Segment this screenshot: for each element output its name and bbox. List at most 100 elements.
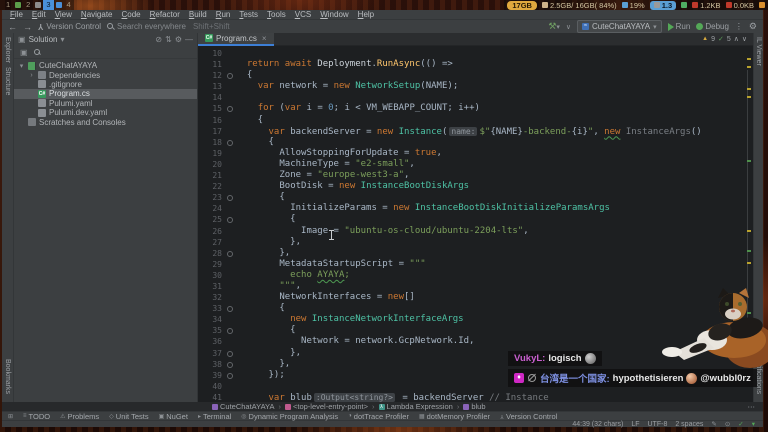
fold-marker[interactable] [222, 325, 236, 336]
menu-vcs[interactable]: VCS [291, 10, 315, 19]
code-line-11[interactable]: 11 return await Deployment.RunAsync(() =… [198, 59, 753, 70]
fold-marker[interactable] [222, 70, 236, 81]
workspace-2[interactable]: 2 [23, 0, 33, 10]
breadcrumb-blub[interactable]: blub [463, 402, 486, 411]
toolwindow-unit-tests[interactable]: ◇ Unit Tests [109, 412, 148, 421]
warning-stripe-mark[interactable] [747, 96, 751, 98]
close-tab-icon[interactable]: × [262, 34, 267, 43]
search-everywhere[interactable]: Search everywhere Shift+Shift [107, 22, 230, 31]
menu-file[interactable]: File [6, 10, 27, 19]
hide-panel-icon[interactable]: — [185, 35, 193, 44]
code-line-27[interactable]: 27 }, [198, 237, 753, 248]
code-line-28[interactable]: 28 }, [198, 248, 753, 259]
build-button[interactable]: ⚒▾ [548, 21, 560, 32]
edit-mode-icon[interactable]: ✎ [711, 420, 716, 428]
tree-item-cutechatayaya[interactable]: ▾ CuteChatAYAYA [14, 61, 197, 70]
tree-item-scratches-and-consoles[interactable]: Scratches and Consoles [14, 117, 197, 127]
fold-marker[interactable] [222, 248, 236, 259]
code-line-15[interactable]: 15 for (var i = 0; i < VM_WEBAPP_COUNT; … [198, 103, 753, 114]
toolwindow-version-control[interactable]: Y Version Control [500, 412, 557, 421]
tree-item--gitignore[interactable]: .gitignore [14, 80, 197, 89]
tab-program-cs[interactable]: C# Program.cs × [198, 32, 274, 46]
code-line-25[interactable]: 25 { [198, 214, 753, 225]
toolwindow-switcher-icon[interactable]: ⊞ [8, 413, 13, 420]
prev-issue-icon[interactable]: ∧ [734, 35, 739, 43]
code-line-29[interactable]: 29 MetadataStartupScript = """ [198, 259, 753, 270]
menu-build[interactable]: Build [185, 10, 211, 19]
run-configuration-select[interactable]: ≈ CuteChatAYAYA ▾ [577, 20, 662, 33]
code-line-20[interactable]: 20 MachineType = "e2-small", [198, 159, 753, 170]
forward-button[interactable]: → [23, 22, 32, 32]
version-control-widget[interactable]: Y Version Control [38, 22, 101, 31]
code-line-23[interactable]: 23 { [198, 192, 753, 203]
menu-refactor[interactable]: Refactor [146, 10, 184, 19]
settings-gear-icon[interactable]: ⚙ [749, 21, 757, 32]
fold-marker[interactable] [222, 359, 236, 370]
warning-stripe-mark[interactable] [747, 230, 751, 232]
toolwindow-terminal[interactable]: ▸ Terminal [198, 412, 231, 421]
run-button[interactable]: Run [667, 22, 690, 31]
warning-stripe-mark[interactable] [747, 58, 751, 60]
code-line-24[interactable]: 24 InitializeParams = new InstanceBootDi… [198, 203, 753, 214]
workspace-1[interactable]: 1 [3, 0, 13, 10]
scope-icon[interactable]: ▣ [20, 48, 28, 57]
workspace-3[interactable]: 3 [43, 0, 54, 10]
tree-item-pulumi-yaml[interactable]: Pulumi.yaml [14, 99, 197, 108]
menu-run[interactable]: Run [212, 10, 235, 19]
breadcrumb-cutechatayaya[interactable]: CuteChatAYAYA [212, 402, 274, 411]
next-issue-icon[interactable]: ∨ [742, 35, 747, 43]
info-stripe-mark[interactable] [747, 160, 751, 162]
locate-icon[interactable]: ⊘ [155, 35, 162, 44]
caret-position[interactable]: 44:39 (32 chars) [572, 421, 623, 428]
code-line-30[interactable]: 30 echo AYAYA; [198, 270, 753, 281]
menu-edit[interactable]: Edit [28, 10, 50, 19]
menu-code[interactable]: Code [118, 10, 145, 19]
tree-item-dependencies[interactable]: › Dependencies [14, 70, 197, 80]
menu-help[interactable]: Help [354, 10, 378, 19]
code-line-13[interactable]: 13 var network = new NetworkSetup(NAME); [198, 81, 753, 92]
warning-stripe-mark[interactable] [747, 66, 751, 68]
breadcrumb-lambda-expression[interactable]: λ Lambda Expression [378, 402, 453, 411]
tree-item-pulumi-dev-yaml[interactable]: Pulumi.dev.yaml [14, 108, 197, 117]
warning-stripe-mark[interactable] [747, 262, 751, 264]
code-line-16[interactable]: 16 { [198, 115, 753, 126]
workspace-4[interactable]: 4 [64, 0, 74, 10]
notifications-icon[interactable]: ⊙ [725, 420, 730, 428]
stripe-bookmarks[interactable]: Bookmarks [4, 359, 11, 394]
menu-tests[interactable]: Tests [235, 10, 262, 19]
stripe-il-viewer[interactable]: IL Viewer [755, 37, 762, 66]
code-line-14[interactable]: 14 [198, 92, 753, 103]
toolwindow-nuget[interactable]: ▣ NuGet [159, 412, 188, 421]
code-line-18[interactable]: 18 { [198, 137, 753, 148]
back-button[interactable]: ← [8, 22, 17, 32]
filter-search-icon[interactable] [33, 48, 41, 56]
workspace-switcher[interactable]: 1234 [0, 0, 74, 10]
menu-navigate[interactable]: Navigate [77, 10, 117, 19]
fold-marker[interactable] [222, 103, 236, 114]
toolwindow-todo[interactable]: ≡ TODO [23, 412, 50, 421]
fold-marker[interactable] [222, 303, 236, 314]
menu-tools[interactable]: Tools [263, 10, 290, 19]
code-line-10[interactable]: 10 [198, 48, 753, 59]
stripe-explorer[interactable]: Explorer [4, 37, 11, 63]
stripe-structure[interactable]: Structure [4, 67, 11, 95]
solution-panel-title[interactable]: Solution [29, 35, 58, 44]
code-line-19[interactable]: 19 AllowStoppingForUpdate = true, [198, 148, 753, 159]
inspections-widget[interactable]: ▲ 9 ✓ 5 ∧ ∨ [702, 35, 753, 44]
debug-button[interactable]: Debug [696, 22, 729, 31]
indent-style[interactable]: 2 spaces [675, 421, 703, 428]
fold-marker[interactable] [222, 370, 236, 381]
breadcrumb--top-level-entry-point-[interactable]: <top-level-entry-point> [284, 402, 368, 411]
code-line-17[interactable]: 17 var backendServer = new Instance(name… [198, 126, 753, 137]
info-stripe-mark[interactable] [747, 250, 751, 252]
fold-marker[interactable] [222, 348, 236, 359]
inspections-ok-icon[interactable]: ✓ [738, 420, 743, 428]
file-encoding[interactable]: UTF-8 [648, 421, 668, 428]
menu-window[interactable]: Window [316, 10, 352, 19]
expand-collapse-icon[interactable]: ⇅ [165, 35, 172, 44]
code-line-26[interactable]: 26 Image = "ubuntu-os-cloud/ubuntu-2204-… [198, 226, 753, 237]
toolwindow-problems[interactable]: ⚠ Problems [60, 412, 99, 421]
code-line-22[interactable]: 22 BootDisk = new InstanceBootDiskArgs [198, 181, 753, 192]
collapse-chevron-icon[interactable]: ∨ [566, 23, 571, 31]
fold-marker[interactable] [222, 214, 236, 225]
